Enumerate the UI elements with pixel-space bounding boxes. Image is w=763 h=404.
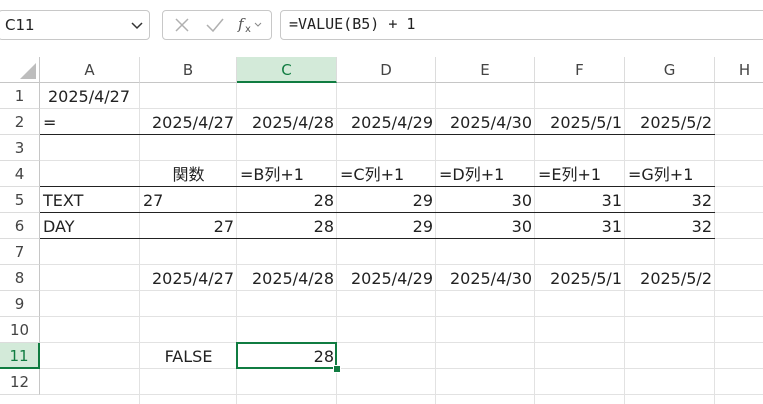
cell-e2[interactable]: 2025/4/30 [436, 109, 535, 135]
cell-b11[interactable]: FALSE [140, 343, 237, 369]
cell-g2[interactable]: 2025/5/2 [625, 109, 715, 135]
cell-c8[interactable]: 2025/4/28 [237, 265, 337, 291]
active-cell-outline [236, 342, 337, 369]
cell-d8[interactable]: 2025/4/29 [337, 265, 436, 291]
cell-b8[interactable]: 2025/4/27 [140, 265, 237, 291]
column-header-e[interactable]: E [436, 57, 535, 83]
row-header-7[interactable]: 7 [0, 239, 40, 265]
cell-g8[interactable]: 2025/5/2 [625, 265, 715, 291]
row-header-11[interactable]: 11 [0, 343, 40, 369]
cell-b5[interactable]: 27 [140, 187, 237, 213]
cancel-icon[interactable] [173, 16, 191, 38]
cell-c5[interactable]: 28 [237, 187, 337, 213]
cell-f6[interactable]: 31 [535, 213, 625, 239]
cell-d4[interactable]: =C列+1 [337, 161, 436, 187]
formula-actions: f x [162, 10, 272, 40]
row-header-8[interactable]: 8 [0, 265, 40, 291]
cell-e4[interactable]: =D列+1 [436, 161, 535, 187]
row-header-5[interactable]: 5 [0, 187, 40, 213]
cell-f8[interactable]: 2025/5/1 [535, 265, 625, 291]
cell-a5[interactable]: TEXT [40, 187, 140, 213]
cell-f2[interactable]: 2025/5/1 [535, 109, 625, 135]
cell-a1[interactable]: 2025/4/27 [40, 83, 140, 109]
fill-handle[interactable] [333, 365, 341, 373]
cell-e5[interactable]: 30 [436, 187, 535, 213]
cell-d5[interactable]: 29 [337, 187, 436, 213]
cell-b2[interactable]: 2025/4/27 [140, 109, 237, 135]
cell-a2[interactable]: = [40, 109, 140, 135]
cell-b4[interactable]: 関数 [140, 161, 237, 187]
cell-e8[interactable]: 2025/4/30 [436, 265, 535, 291]
gridline-horizontal [40, 394, 763, 395]
row-header-9[interactable]: 9 [0, 291, 40, 317]
formula-bar: C11 f x =VALUE(B5) + 1 [0, 0, 763, 52]
insert-function-icon[interactable]: f x [237, 14, 265, 40]
column-header-d[interactable]: D [337, 57, 436, 83]
column-header-g[interactable]: G [625, 57, 715, 83]
cell-g4[interactable]: =G列+1 [625, 161, 715, 187]
cell-c6[interactable]: 28 [237, 213, 337, 239]
gridline-horizontal [40, 316, 763, 317]
column-header-c[interactable]: C [237, 57, 337, 83]
row-header-3[interactable]: 3 [0, 135, 40, 161]
spreadsheet-grid[interactable]: A B C D E F G H 1 2 3 4 5 6 7 8 9 10 11 12 2025/4/27 = 2025/4/… [0, 57, 763, 404]
cell-a6[interactable]: DAY [40, 213, 140, 239]
cell-d6[interactable]: 29 [337, 213, 436, 239]
column-header-b[interactable]: B [140, 57, 237, 83]
cell-f5[interactable]: 31 [535, 187, 625, 213]
cell-f4[interactable]: =E列+1 [535, 161, 625, 187]
cell-e6[interactable]: 30 [436, 213, 535, 239]
row-header-1[interactable]: 1 [0, 83, 40, 109]
row-header-2[interactable]: 2 [0, 109, 40, 135]
cell-c2[interactable]: 2025/4/28 [237, 109, 337, 135]
formula-input[interactable]: =VALUE(B5) + 1 [280, 10, 763, 40]
enter-check-icon[interactable] [205, 16, 225, 38]
column-header-f[interactable]: F [535, 57, 625, 83]
cell-g5[interactable]: 32 [625, 187, 715, 213]
svg-text:x: x [245, 24, 251, 35]
column-header-h[interactable]: H [715, 57, 763, 83]
name-box[interactable]: C11 [0, 10, 150, 40]
cell-b6[interactable]: 27 [140, 213, 237, 239]
cell-d2[interactable]: 2025/4/29 [337, 109, 436, 135]
column-header-a[interactable]: A [40, 57, 140, 83]
select-all-corner[interactable] [0, 57, 40, 83]
cell-c4[interactable]: =B列+1 [237, 161, 337, 187]
cell-g6[interactable]: 32 [625, 213, 715, 239]
row-header-6[interactable]: 6 [0, 213, 40, 239]
formula-text: =VALUE(B5) + 1 [289, 15, 416, 33]
chevron-down-icon[interactable] [129, 17, 145, 37]
row-header-4[interactable]: 4 [0, 161, 40, 187]
row-header-10[interactable]: 10 [0, 317, 40, 343]
row-header-12[interactable]: 12 [0, 369, 40, 395]
name-box-value: C11 [5, 16, 35, 34]
